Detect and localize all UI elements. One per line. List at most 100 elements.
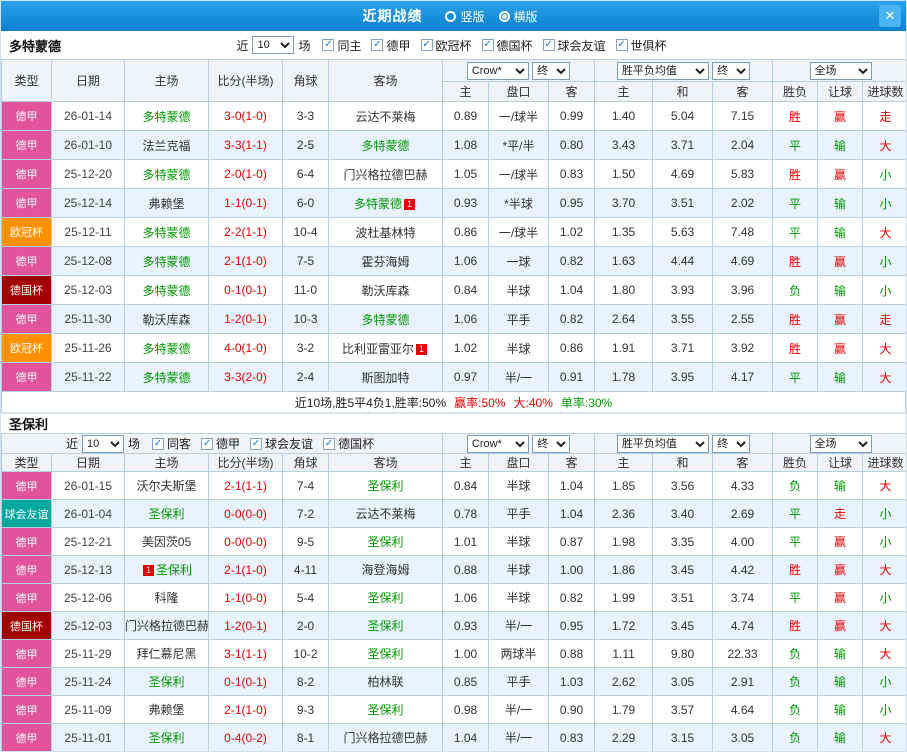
- team-link[interactable]: 多特蒙德: [142, 226, 190, 240]
- team-link[interactable]: 门兴格拉德巴赫: [344, 731, 428, 745]
- filter-checkbox-欧冠杯[interactable]: ✓ 欧冠杯: [420, 37, 472, 54]
- team-link[interactable]: 沃尔夫斯堡: [136, 479, 196, 493]
- team-link[interactable]: 多特蒙德: [142, 168, 190, 182]
- asia-away-odds: 1.03: [548, 667, 596, 696]
- team-link[interactable]: 圣保利: [156, 563, 192, 577]
- team-link[interactable]: 多特蒙德: [361, 313, 409, 327]
- team-link[interactable]: 多特蒙德: [142, 255, 190, 269]
- bookmaker-select-2[interactable]: Crow*: [466, 434, 529, 453]
- score-cell: 2-1(1-0): [208, 555, 283, 584]
- asia-away-odds: 1.00: [548, 555, 596, 584]
- odds-time-select-2b[interactable]: 终: [712, 434, 751, 453]
- checkbox-icon: ✓: [323, 437, 336, 450]
- team-link[interactable]: 勒沃库森: [361, 284, 409, 298]
- team-link[interactable]: 门兴格拉德巴赫: [126, 619, 208, 633]
- team-link[interactable]: 多特蒙德: [142, 371, 190, 385]
- league-cell: 德甲: [1, 555, 52, 584]
- filter-checkbox-德甲[interactable]: ✓ 德甲: [201, 435, 240, 452]
- scope-select-2[interactable]: 全场: [809, 434, 872, 453]
- team-link[interactable]: 圣保利: [368, 647, 404, 661]
- team-link[interactable]: 圣保利: [368, 591, 404, 605]
- team-link[interactable]: 圣保利: [368, 619, 404, 633]
- col-eu-home-1: 主: [594, 81, 653, 102]
- eu-draw-odds: 3.71: [652, 333, 713, 363]
- bookmaker-select-1[interactable]: Crow*: [466, 61, 529, 80]
- team-link[interactable]: 法兰克福: [142, 139, 190, 153]
- away-team-cell: 斯图加特: [328, 362, 443, 392]
- team-link[interactable]: 圣保利: [148, 675, 184, 689]
- corner-cell: 3-2: [282, 333, 329, 363]
- team-link[interactable]: 科隆: [154, 591, 178, 605]
- asia-line: 半/一: [488, 695, 550, 724]
- team-link[interactable]: 柏林联: [368, 675, 404, 689]
- match-row: 德甲 25-11-09 弗赖堡 2-1(1-0) 9-3 圣保利 0.98 半/一 0.90 1.…: [1, 695, 906, 724]
- team-link[interactable]: 美因茨05: [142, 535, 191, 549]
- filter-checkbox-德甲[interactable]: ✓ 德甲: [371, 37, 411, 54]
- home-team-cell: 多特蒙德: [124, 246, 209, 276]
- result-wdl: 平: [772, 188, 818, 218]
- team-link[interactable]: 多特蒙德: [354, 197, 402, 211]
- team-link[interactable]: 弗赖堡: [148, 197, 184, 211]
- team-link[interactable]: 多特蒙德: [142, 284, 190, 298]
- team-link[interactable]: 圣保利: [368, 535, 404, 549]
- score-cell: 3-3(2-0): [208, 362, 283, 392]
- team-link[interactable]: 勒沃库森: [142, 313, 190, 327]
- filter-checkbox-德国杯[interactable]: ✓ 德国杯: [481, 37, 533, 54]
- europe-odds-select-2[interactable]: 胜平负均值: [616, 434, 709, 453]
- league-cell: 德国杯: [1, 611, 52, 640]
- filter-checkbox-球会友谊[interactable]: ✓ 球会友谊: [250, 435, 313, 452]
- eu-draw-odds: 5.04: [652, 101, 713, 131]
- odds-time-select-2a[interactable]: 终: [532, 434, 571, 453]
- result-wdl: 胜: [772, 333, 818, 363]
- team-link[interactable]: 斯图加特: [361, 371, 409, 385]
- checkbox-icon: ✓: [250, 437, 263, 450]
- score-cell: 1-2(0-1): [208, 611, 283, 640]
- team-link[interactable]: 拜仁慕尼黑: [136, 647, 196, 661]
- team-link[interactable]: 比利亚雷亚尔: [342, 342, 414, 356]
- team-link[interactable]: 云达不莱梅: [355, 110, 415, 124]
- asia-line: 半/一: [488, 611, 550, 640]
- europe-odds-select-1[interactable]: 胜平负均值: [616, 61, 709, 80]
- team-link[interactable]: 多特蒙德: [142, 110, 190, 124]
- date-cell: 25-11-26: [51, 333, 125, 363]
- col-score-2: 比分(半场): [208, 453, 283, 472]
- odds-time-select-1a[interactable]: 终: [532, 61, 571, 80]
- odds-time-select-1b[interactable]: 终: [712, 61, 751, 80]
- team-link[interactable]: 海登海姆: [362, 563, 410, 577]
- col-home-1: 主场: [124, 59, 209, 102]
- match-count-select-1[interactable]: 10: [252, 36, 295, 54]
- checkbox-icon: ✓: [371, 39, 384, 51]
- team-link[interactable]: 圣保利: [368, 703, 404, 717]
- filter-checkbox-世俱杯[interactable]: ✓ 世俱杯: [615, 37, 667, 54]
- checkbox-label: 欧冠杯: [435, 38, 472, 53]
- team-link[interactable]: 圣保利: [148, 731, 184, 745]
- filter-checkbox-同客[interactable]: ✓ 同客: [152, 435, 191, 452]
- eu-draw-odds: 4.69: [652, 159, 713, 189]
- team-link[interactable]: 圣保利: [148, 507, 184, 521]
- team-link[interactable]: 门兴格拉德巴赫: [343, 168, 427, 182]
- scope-select-1[interactable]: 全场: [809, 61, 872, 80]
- team-link[interactable]: 弗赖堡: [148, 703, 184, 717]
- match-count-select-2[interactable]: 10: [82, 434, 124, 453]
- league-cell: 德甲: [1, 362, 52, 392]
- team-link[interactable]: 波杜基林特: [355, 226, 415, 240]
- radio-label-horizontal: 横版: [513, 9, 538, 24]
- team-link[interactable]: 多特蒙德: [142, 342, 190, 356]
- result-handicap: 输: [817, 188, 863, 218]
- match-row: 德甲 25-12-21 美因茨05 0-0(0-0) 9-5 圣保利 1.01 半球 0.87 1…: [1, 527, 906, 556]
- col-date-2: 日期: [51, 453, 125, 472]
- team-link[interactable]: 云达不莱梅: [356, 507, 416, 521]
- filter-checkbox-同主[interactable]: ✓ 同主: [322, 37, 361, 54]
- filter-checkbox-球会友谊[interactable]: ✓ 球会友谊: [542, 37, 606, 54]
- layout-radio-horizontal[interactable]: 横版: [498, 8, 538, 25]
- team-link[interactable]: 多特蒙德: [361, 139, 409, 153]
- team-link[interactable]: 圣保利: [368, 479, 404, 493]
- score-cell: 0-0(0-0): [208, 527, 283, 556]
- layout-radio-vertical[interactable]: 竖版: [445, 8, 485, 25]
- close-icon[interactable]: ✕: [879, 5, 901, 27]
- filter-checkbox-德国杯[interactable]: ✓ 德国杯: [323, 435, 374, 452]
- eu-draw-odds: 9.80: [652, 639, 714, 668]
- team-link[interactable]: 霍芬海姆: [361, 255, 409, 269]
- result-goals: 大: [862, 333, 906, 363]
- result-wdl: 胜: [772, 304, 818, 334]
